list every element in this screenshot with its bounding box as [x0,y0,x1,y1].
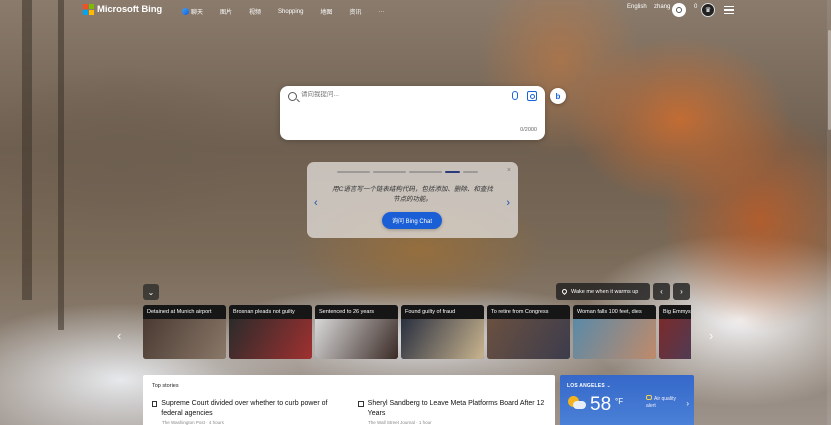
chevron-right-icon[interactable]: › [686,399,689,408]
chat-suggestion-card: × ‹ 用C语言写一个链表结构代码，包括添加、删除、和查找节点的功能。 › 询问… [307,162,518,238]
visual-search-icon[interactable] [527,91,537,101]
news-tile-image [315,319,398,359]
carousel-indicators [337,171,478,173]
weather-card[interactable]: LOS ANGELES ⌄ 58 °F Air quality alert › [560,375,694,425]
wake-me-button[interactable]: Wake me when it warms up [556,283,650,300]
indicator[interactable] [373,171,406,173]
user-icon [676,7,682,13]
air-quality-label: Air quality [654,396,676,402]
nav-chat[interactable]: 聊天 [182,7,203,16]
chevron-left-icon[interactable]: ‹ [314,197,318,209]
story-source: The Wall Street Journal · 1 hour [368,420,432,425]
news-tile-image [573,319,656,359]
search-input[interactable] [301,91,501,98]
ask-bing-chat-button[interactable]: 询问 Bing Chat [382,212,442,229]
story-title[interactable]: Supreme Court divided over whether to cu… [161,399,342,418]
news-tile-image [229,319,312,359]
chat-icon [182,8,189,15]
bing-logo[interactable]: Microsoft Bing [83,4,162,15]
username[interactable]: zhang [654,4,670,10]
nav-images[interactable]: 图片 [220,7,232,16]
suggestion-text: 用C语言写一个链表结构代码，包括添加、删除、和查找节点的功能。 [332,186,493,203]
chevron-right-icon[interactable]: › [709,328,713,343]
news-tile-title: Brosnan pleads not guilty [229,305,312,319]
top-nav: 聊天 图片 视频 Shopping 地图 资讯 ··· [182,7,401,16]
news-tile[interactable]: Brosnan pleads not guilty [229,305,312,359]
news-carousel: Detained at Munich airport Brosnan plead… [143,305,691,359]
news-tile-title: To retire from Congress [487,305,570,319]
nav-more[interactable]: ··· [378,7,384,16]
search-box: 0/2000 [280,86,545,140]
temperature: 58 [590,394,612,415]
top-stories-panel: Top stories Supreme Court divided over w… [143,375,555,425]
logo-text: Microsoft Bing [97,4,163,15]
temperature-unit: °F [615,397,624,406]
nav-news[interactable]: 资讯 [349,7,361,16]
weather-location[interactable]: LOS ANGELES ⌄ [567,383,611,389]
news-tile-image [143,319,226,359]
news-tile-title: Sentenced to 26 years [315,305,398,319]
hamburger-menu-icon[interactable] [724,6,734,16]
partly-sunny-icon [568,396,586,410]
story-source: The Washington Post · 4 hours [162,420,224,425]
rewards-icon[interactable]: ♛ [701,3,715,17]
nav-chat-label: 聊天 [191,10,204,16]
location-label: LOS ANGELES [567,383,605,389]
location-pin-icon [560,287,569,296]
news-tile-title: Big Emmys [659,305,691,319]
indicator[interactable] [463,171,478,173]
chevron-right-icon[interactable]: › [506,197,510,209]
news-tile-image [659,319,691,359]
language-link[interactable]: English [627,4,647,10]
news-tile-image [401,319,484,359]
nav-videos[interactable]: 视频 [249,7,261,16]
story-item[interactable]: Supreme Court divided over whether to cu… [152,399,342,418]
news-icon [358,401,364,407]
nav-shopping[interactable]: Shopping [278,7,303,16]
rewards-points: 0 [694,4,698,10]
news-tile[interactable]: Detained at Munich airport [143,305,226,359]
story-item[interactable]: Sheryl Sandberg to Leave Meta Platforms … [358,399,548,418]
news-tile[interactable]: Woman falls 100 feet, dies [573,305,656,359]
news-tile-title: Woman falls 100 feet, dies [573,305,656,319]
avatar[interactable] [672,3,686,17]
news-tile[interactable]: To retire from Congress [487,305,570,359]
tree-trunk [58,0,64,330]
news-tile-title: Detained at Munich airport [143,305,226,319]
char-count: 0/2000 [520,127,537,133]
news-tile-title: Found guilty of fraud [401,305,484,319]
air-quality-status: alert [646,403,656,409]
air-quality-alert[interactable]: Air quality alert [646,395,676,410]
wake-me-label: Wake me when it warms up [571,288,639,295]
microphone-icon[interactable] [512,91,518,100]
news-tile[interactable]: Sentenced to 26 years [315,305,398,359]
news-tile[interactable]: Big Emmys [659,305,691,359]
carousel-prev-button[interactable]: ‹ [653,283,670,300]
indicator[interactable] [337,171,370,173]
alert-icon [646,395,652,400]
microsoft-logo-icon [83,4,94,15]
search-icon [288,92,297,101]
header: Microsoft Bing 聊天 图片 视频 Shopping 地图 资讯 ·… [0,0,831,22]
carousel-next-button[interactable]: › [673,283,690,300]
ask-bing-chat-label: 询问 Bing Chat [391,219,433,225]
indicator[interactable] [409,171,442,173]
nav-maps[interactable]: 地图 [320,7,332,16]
news-icon [152,401,158,407]
section-heading: Top stories [152,383,179,389]
scrollbar[interactable] [827,0,831,425]
indicator-active[interactable] [445,171,460,173]
story-title[interactable]: Sheryl Sandberg to Leave Meta Platforms … [368,399,548,418]
news-tile[interactable]: Found guilty of fraud [401,305,484,359]
tree-trunk [22,0,32,300]
collapse-chevron-icon[interactable]: ⌄ [143,284,159,300]
close-icon[interactable]: × [507,167,511,174]
news-tile-image [487,319,570,359]
bing-chat-icon[interactable]: b [550,88,566,104]
chevron-left-icon[interactable]: ‹ [117,328,121,343]
